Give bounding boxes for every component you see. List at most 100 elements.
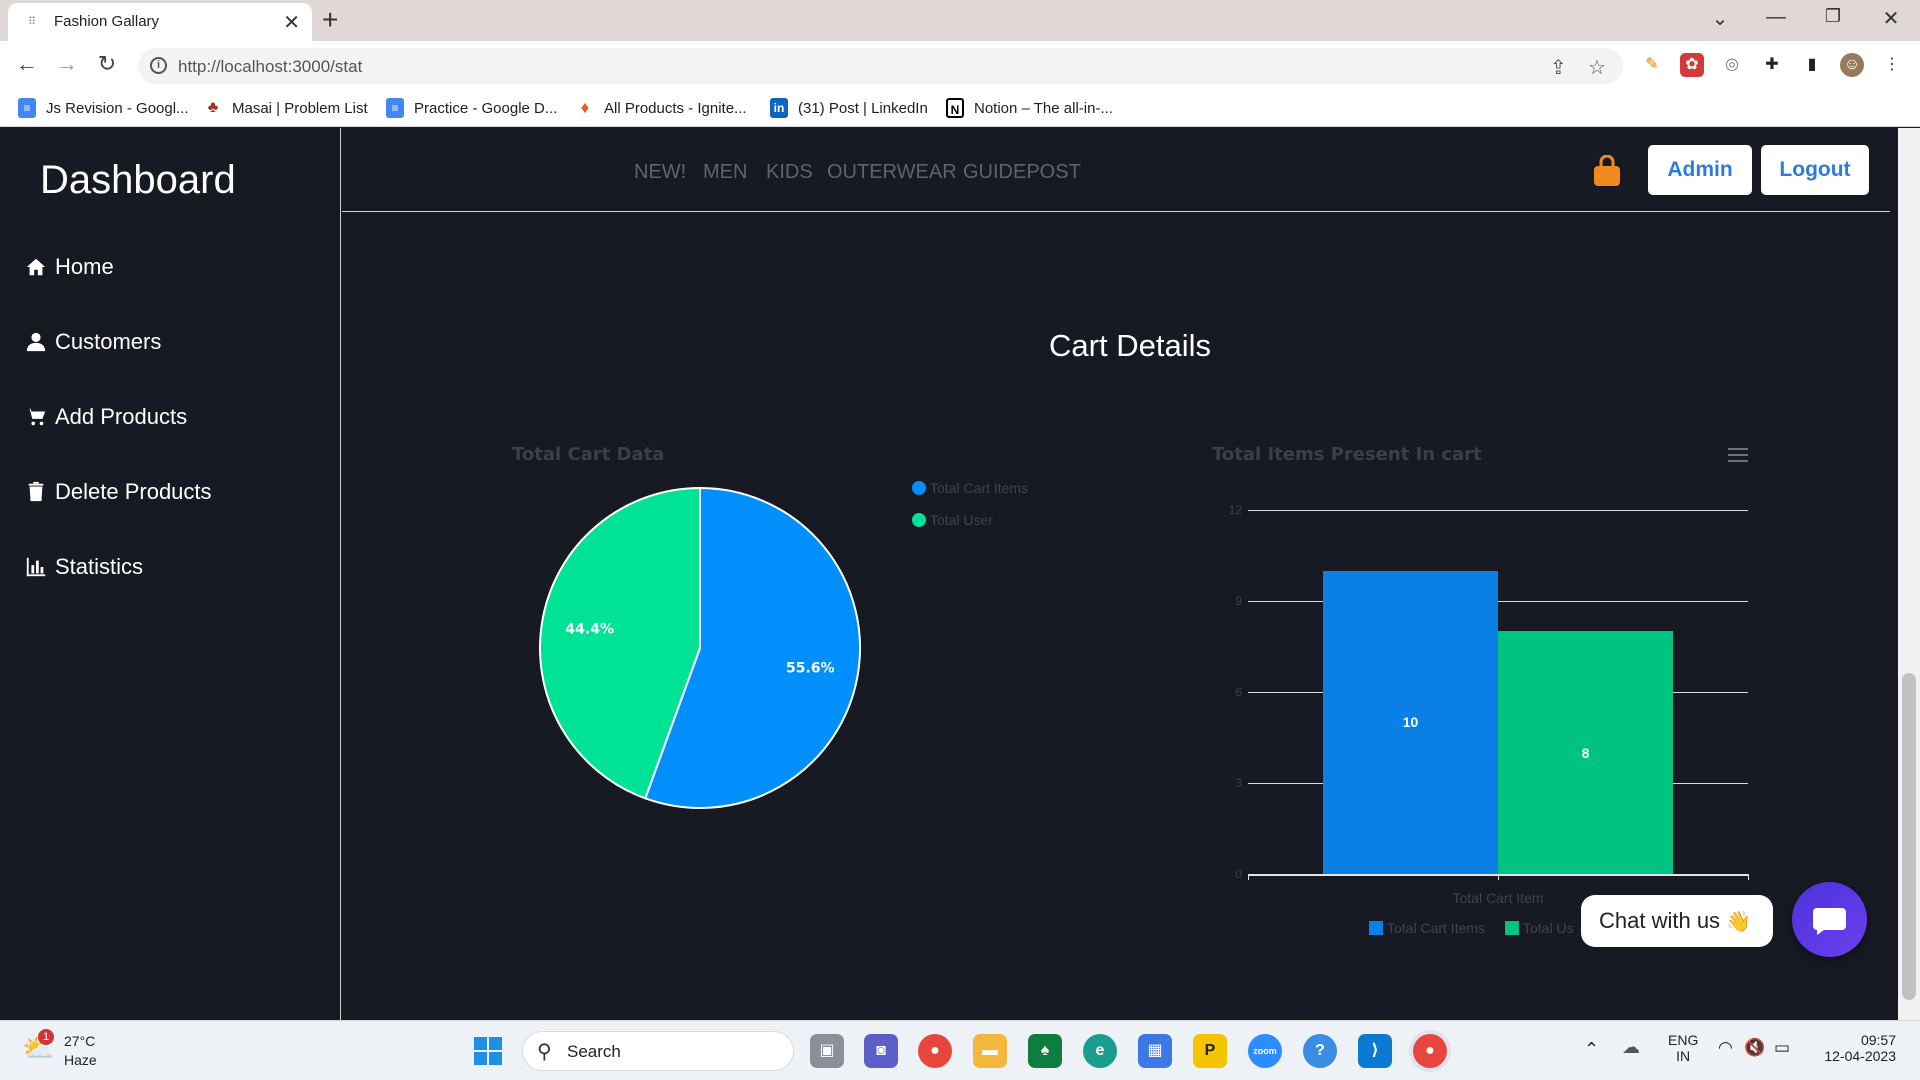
sidebar-item-statistics[interactable]: Statistics [25, 554, 143, 580]
bookmark-item[interactable]: ♣ Masai | Problem List [204, 96, 368, 120]
bar-value-label: 8 [1581, 744, 1590, 761]
shopping-bag-icon[interactable] [1593, 155, 1621, 187]
tab-title: Fashion Gallary [54, 13, 160, 30]
bookmark-star-icon[interactable]: ☆ [1588, 55, 1606, 80]
y-tick-label: 0 [1235, 867, 1242, 881]
bookmark-label: Notion – The all-in-... [974, 99, 1113, 117]
sidebar-item-label: Customers [55, 329, 162, 354]
bar-legend-item[interactable]: Total Cart Items [1369, 920, 1485, 936]
url-text[interactable]: http://localhost:3000/stat [178, 57, 362, 77]
zoom-icon[interactable]: zoom [1248, 1034, 1282, 1068]
edge-icon[interactable]: e [1083, 1034, 1117, 1068]
nav-link-new[interactable]: NEW! [634, 161, 686, 184]
bar-chart[interactable]: 0 3 6 9 12 10 8 Total Cart Item [1200, 468, 1760, 918]
nav-link-kids[interactable]: KIDS [766, 161, 813, 184]
sidebar-item-label: Home [55, 254, 114, 279]
profile-avatar[interactable]: ☺ [1840, 53, 1864, 77]
tab-search-chevron-icon[interactable]: ⌄ [1700, 6, 1740, 31]
mongodb-icon[interactable]: ♠ [1028, 1034, 1062, 1068]
x-axis-tick [1748, 874, 1749, 880]
pie-slice-label: 55.6% [786, 660, 835, 676]
legend-marker [912, 513, 926, 527]
bookmark-label: Masai | Problem List [232, 99, 368, 117]
page-scrollbar[interactable] [1898, 128, 1920, 1020]
red-extension-icon[interactable]: ✿ [1680, 53, 1704, 77]
region-code: IN [1676, 1048, 1691, 1064]
sidebar-item-home[interactable]: Home [25, 254, 114, 280]
back-arrow-icon[interactable]: ← [12, 51, 42, 77]
google-docs-icon: ≡ [386, 98, 404, 118]
teams-chat-icon[interactable]: ◙ [864, 1034, 898, 1068]
bookmark-item[interactable]: in (31) Post | LinkedIn [770, 96, 928, 120]
show-hidden-icons-chevron[interactable]: ⌃ [1584, 1039, 1599, 1060]
bookmark-item[interactable]: ≡ Practice - Google D... [386, 96, 557, 120]
address-bar[interactable]: i http://localhost:3000/stat ⇪ ☆ [138, 48, 1623, 84]
gridline [1248, 510, 1748, 511]
close-window-button[interactable]: ✕ [1871, 6, 1911, 31]
top-navigation: NEW! MEN KIDS OUTERWEAR GUIDEPOST Admin … [342, 128, 1890, 212]
sidebar-item-label: Statistics [55, 554, 144, 579]
task-view-icon[interactable]: ▣ [810, 1034, 844, 1068]
share-icon[interactable]: ⇪ [1550, 55, 1567, 80]
nav-link-men[interactable]: MEN [703, 161, 747, 184]
bookmark-item[interactable]: N Notion – The all-in-... [946, 96, 1113, 120]
site-info-icon[interactable]: i [150, 57, 167, 74]
wifi-icon[interactable]: ◠ [1718, 1038, 1733, 1058]
battery-icon[interactable]: ▭ [1774, 1038, 1790, 1058]
clock-date: 12-04-2023 [1824, 1048, 1896, 1064]
forward-arrow-icon[interactable]: → [52, 51, 82, 77]
reload-icon[interactable]: ↻ [92, 51, 122, 77]
sidebar: Dashboard Home Customers Add Products De… [0, 128, 341, 1020]
nav-link-guidepost[interactable]: GUIDEPOST [963, 161, 1081, 184]
bookmark-item[interactable]: ≡ Js Revision - Googl... [18, 96, 189, 120]
sidebar-item-customers[interactable]: Customers [25, 329, 161, 355]
chart-menu-icon[interactable] [1728, 448, 1748, 462]
postman-p-icon[interactable]: P [1193, 1034, 1227, 1068]
taskbar-search[interactable]: ⚲ Search [522, 1031, 794, 1071]
file-explorer-icon[interactable]: ▬ [973, 1034, 1007, 1068]
browser-tab[interactable]: ⠿ Fashion Gallary ✕ [8, 3, 312, 41]
restore-window-button[interactable]: ❐ [1813, 6, 1853, 27]
extensions-puzzle-icon[interactable]: ✚ [1760, 53, 1784, 77]
pie-legend-item[interactable]: Total User [912, 512, 993, 528]
x-axis-tick [1498, 874, 1499, 880]
vscode-icon[interactable]: ⟩ [1358, 1034, 1392, 1068]
side-panel-icon[interactable]: ▮ [1800, 53, 1824, 77]
sidebar-item-add-products[interactable]: Add Products [25, 404, 187, 430]
close-tab-icon[interactable]: ✕ [283, 10, 300, 35]
bookmark-item[interactable]: ♦ All Products - Ignite... [576, 96, 747, 120]
nav-link-outerwear[interactable]: OUTERWEAR [827, 161, 957, 184]
chrome-active-icon[interactable]: ● [1413, 1034, 1447, 1068]
scrollbar-thumb[interactable] [1902, 673, 1916, 1000]
bar-value-label: 10 [1402, 714, 1419, 731]
admin-button[interactable]: Admin [1648, 145, 1752, 195]
bookmark-label: Practice - Google D... [414, 99, 558, 117]
chrome-icon[interactable]: ● [918, 1034, 952, 1068]
chat-with-us-bubble[interactable]: Chat with us 👋 [1581, 895, 1773, 947]
bookmark-label: (31) Post | LinkedIn [798, 99, 928, 117]
muted-volume-icon[interactable]: 🔇 [1744, 1038, 1765, 1058]
sidebar-item-delete-products[interactable]: Delete Products [25, 479, 212, 505]
cart-icon [26, 408, 46, 426]
helper-app-icon[interactable]: ? [1303, 1034, 1337, 1068]
microsoft-store-icon[interactable]: ▦ [1138, 1034, 1172, 1068]
pie-legend-item[interactable]: Total Cart Items [912, 480, 1028, 496]
windows-start-icon[interactable] [474, 1037, 502, 1065]
pie-chart[interactable]: 55.6% 44.4% [530, 478, 870, 818]
minimize-window-button[interactable]: — [1756, 6, 1796, 29]
weather-temperature[interactable]: 27°C [64, 1033, 95, 1049]
google-docs-icon: ≡ [18, 98, 36, 118]
pie-slice-label: 44.4% [565, 622, 614, 638]
weather-description[interactable]: Haze [64, 1052, 97, 1068]
logout-button[interactable]: Logout [1761, 145, 1869, 195]
chat-launcher-button[interactable] [1792, 882, 1867, 957]
onedrive-icon[interactable]: ☁ [1622, 1037, 1640, 1058]
new-tab-button[interactable]: + [322, 4, 338, 36]
clock[interactable]: 09:57 12-04-2023 [1820, 1032, 1896, 1064]
pencil-extension-icon[interactable]: ✎ [1640, 53, 1664, 77]
browser-menu-icon[interactable]: ⋮ [1880, 53, 1904, 77]
browser-toolbar: ← → ↻ i http://localhost:3000/stat ⇪ ☆ ✎… [0, 41, 1920, 89]
language-indicator[interactable]: ENG IN [1668, 1032, 1698, 1064]
bar-legend-item[interactable]: Total Us [1505, 920, 1574, 936]
round-extension-icon[interactable]: ◎ [1720, 53, 1744, 77]
